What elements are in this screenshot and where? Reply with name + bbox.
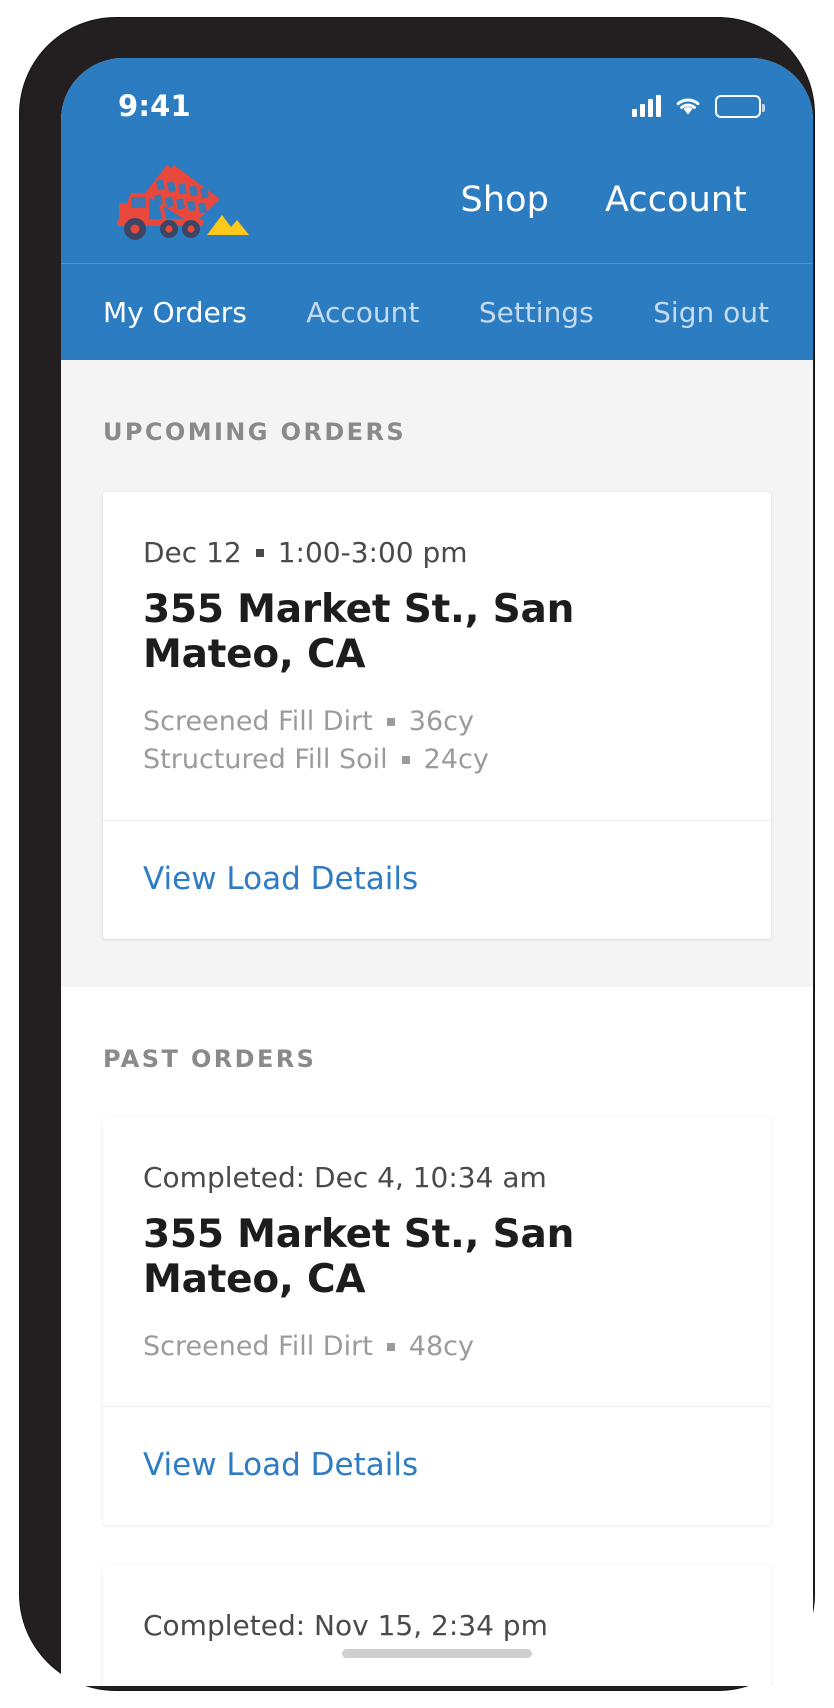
- wifi-icon: [674, 95, 702, 117]
- material-quantity: 36cy: [408, 706, 474, 737]
- battery-full-icon: [715, 94, 765, 118]
- scroll-indicator[interactable]: [342, 1649, 532, 1658]
- primary-nav: Shop Account: [461, 180, 765, 220]
- sub-nav-item-sign-out[interactable]: Sign out: [653, 296, 769, 329]
- upcoming-order-card-body: Dec 12 1:00-3:00 pm 355 Market St., San …: [103, 492, 771, 820]
- past-order-status: Completed: Nov 15, 2:34 pm: [143, 1608, 548, 1642]
- cellular-signal-icon: [632, 95, 661, 117]
- upcoming-order-material-row: Screened Fill Dirt 36cy: [143, 703, 731, 741]
- past-order-card-body: Completed: Dec 4, 10:34 am 355 Market St…: [103, 1117, 771, 1406]
- material-name: Structured Fill Soil: [143, 744, 388, 776]
- past-order-address: 355 Market St., San Mateo, CA: [143, 1211, 575, 1302]
- upcoming-order-date: Dec 12: [143, 536, 242, 569]
- upcoming-orders-section: UPCOMING ORDERS Dec 12 1:00-3:00 pm 355 …: [61, 360, 813, 987]
- past-order-card-footer: View Load Details: [103, 1407, 771, 1525]
- dump-truck-logo[interactable]: [107, 157, 267, 243]
- separator-dot-icon: [386, 1342, 395, 1351]
- sub-nav-item-my-orders[interactable]: My Orders: [103, 296, 247, 329]
- nav-link-account[interactable]: Account: [605, 180, 747, 220]
- past-order-card[interactable]: Completed: Dec 4, 10:34 am 355 Market St…: [103, 1116, 771, 1525]
- material-quantity: 48cy: [408, 1330, 474, 1362]
- separator-dot-icon: [255, 548, 264, 557]
- phone-screen: 9:41 Shop Account My Orders Account Sett…: [61, 58, 813, 1686]
- material-name: Screened Fill Dirt: [143, 706, 373, 737]
- view-load-details-link[interactable]: View Load Details: [143, 1447, 418, 1483]
- past-order-card-partial-body: Completed: Nov 15, 2:34 pm: [103, 1565, 771, 1686]
- material-name: Screened Fill Dirt: [143, 1330, 373, 1362]
- separator-dot-icon: [401, 756, 410, 765]
- upcoming-order-card[interactable]: Dec 12 1:00-3:00 pm 355 Market St., San …: [103, 492, 771, 939]
- past-orders-section: PAST ORDERS Completed: Dec 4, 10:34 am 3…: [61, 986, 813, 1686]
- status-bar-icons: [632, 94, 765, 118]
- upcoming-order-time-window: 1:00-3:00 pm: [277, 536, 468, 569]
- orders-scroll-area[interactable]: UPCOMING ORDERS Dec 12 1:00-3:00 pm 355 …: [61, 360, 813, 1686]
- app-header: Shop Account: [61, 136, 813, 264]
- status-bar-clock: 9:41: [118, 89, 191, 123]
- material-quantity: 24cy: [423, 744, 489, 776]
- phone-device-frame: 9:41 Shop Account My Orders Account Sett…: [20, 18, 814, 1690]
- past-order-material-row: Screened Fill Dirt 48cy: [143, 1328, 731, 1366]
- view-load-details-link[interactable]: View Load Details: [143, 861, 418, 897]
- upcoming-order-material-row: Structured Fill Soil 24cy: [143, 741, 731, 779]
- nav-link-shop[interactable]: Shop: [461, 180, 549, 220]
- past-order-status: Completed: Dec 4, 10:34 am: [143, 1160, 547, 1194]
- separator-dot-icon: [386, 718, 395, 727]
- screenshot-stage: 9:41 Shop Account My Orders Account Sett…: [0, 0, 834, 1708]
- past-orders-heading: PAST ORDERS: [103, 1044, 317, 1073]
- account-sub-nav: My Orders Account Settings Sign out: [61, 264, 813, 360]
- upcoming-orders-heading: UPCOMING ORDERS: [103, 418, 407, 446]
- status-bar: 9:41: [61, 58, 813, 136]
- sub-nav-item-settings[interactable]: Settings: [479, 296, 594, 329]
- upcoming-order-schedule: Dec 12 1:00-3:00 pm: [143, 536, 731, 569]
- card-gap: [103, 1525, 771, 1565]
- past-order-card-partial[interactable]: Completed: Nov 15, 2:34 pm: [103, 1564, 771, 1686]
- upcoming-order-address: 355 Market St., San Mateo, CA: [143, 587, 575, 677]
- sub-nav-item-account[interactable]: Account: [306, 296, 419, 329]
- upcoming-order-card-footer: View Load Details: [103, 821, 771, 939]
